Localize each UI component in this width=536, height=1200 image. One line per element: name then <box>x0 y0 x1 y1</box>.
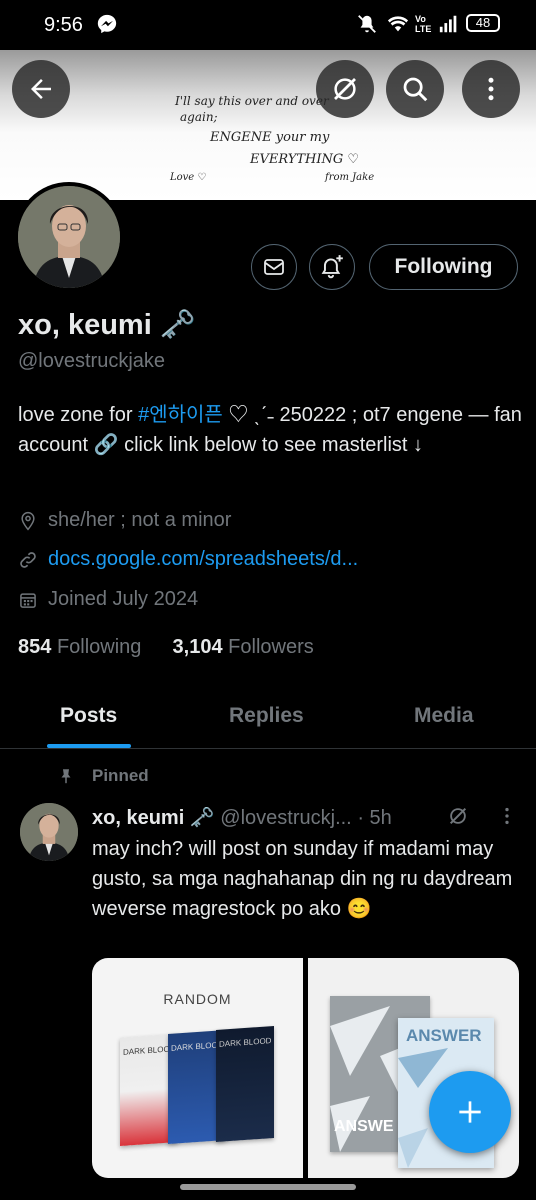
follow-counts: 854 Following 3,104 Followers <box>18 636 314 659</box>
back-button[interactable] <box>12 60 70 118</box>
arrow-left-icon <box>31 79 51 99</box>
messenger-icon <box>96 13 118 41</box>
mute-icon <box>356 13 378 41</box>
post-timestamp[interactable]: · 5h <box>357 807 391 829</box>
key-emoji: 🗝️ <box>159 309 196 341</box>
status-time: 9:56 <box>44 14 83 36</box>
status-bar: 9:56 Vo LTE 48 <box>0 0 536 50</box>
signal-icon <box>437 13 461 41</box>
gesture-nav-bar[interactable] <box>180 1184 356 1190</box>
post-grok-icon[interactable] <box>447 805 469 832</box>
post-more-icon[interactable] <box>496 805 518 832</box>
album-title-navy: DARK BLOOD <box>219 1036 272 1049</box>
location-row: she/her ; not a minor <box>18 509 231 532</box>
banner-text-line-5: Love ♡ <box>170 172 207 183</box>
banner-text-line-4: EVERYTHING ♡ <box>250 152 360 167</box>
following-label: Following <box>56 636 142 658</box>
post-media-image-1[interactable]: RANDOM DARK BLOOD DARK BLOOD DARK BLOOD <box>92 958 303 1178</box>
notifications-button[interactable] <box>309 244 355 290</box>
profile-avatar[interactable] <box>14 182 124 292</box>
website-row[interactable]: docs.google.com/spreadsheets/d... <box>18 548 358 571</box>
followers-count-link[interactable]: 3,104 Followers <box>173 636 314 658</box>
pinned-label: Pinned <box>92 766 149 785</box>
more-vertical-icon <box>488 77 494 101</box>
location-pin-icon <box>21 511 35 530</box>
plus-icon <box>459 1101 481 1123</box>
avatar-photo <box>18 186 120 288</box>
grok-icon <box>334 78 356 100</box>
volte-icon: Vo LTE <box>415 14 432 34</box>
tab-replies[interactable]: Replies <box>229 704 304 728</box>
tab-divider <box>0 748 536 749</box>
bell-plus-icon <box>321 255 343 279</box>
post-author-avatar[interactable] <box>20 803 78 861</box>
search-icon <box>403 77 428 102</box>
post-author-name[interactable]: xo, keumi <box>92 807 184 829</box>
mail-icon <box>264 259 284 275</box>
profile-bio: love zone for #엔하이픈 ♡ ˎˊ˗ 250222 ; ot7 e… <box>18 400 523 460</box>
tab-posts[interactable]: Posts <box>60 704 117 728</box>
post-body-text: may inch? will post on sunday if madami … <box>92 838 513 920</box>
display-name-text: xo, keumi <box>18 309 152 341</box>
website-link[interactable]: docs.google.com/spreadsheets/d... <box>48 548 358 571</box>
album-cover-navy: DARK BLOOD <box>216 1025 274 1143</box>
battery-icon: 48 <box>466 14 500 32</box>
wifi-icon <box>386 13 410 41</box>
pin-icon <box>57 766 75 791</box>
search-button[interactable] <box>386 60 444 118</box>
location-text: she/her ; not a minor <box>48 509 232 531</box>
profile-display-name: xo, keumi 🗝️ <box>18 308 196 342</box>
following-count-link[interactable]: 854 Following <box>18 636 141 658</box>
joined-text: Joined July 2024 <box>48 588 199 610</box>
profile-handle: @lovestruckjake <box>18 350 166 372</box>
following-count: 854 <box>18 636 52 658</box>
followers-label: Followers <box>228 636 314 658</box>
banner-text-line-1: I'll say this over and over <box>175 94 329 108</box>
link-icon <box>20 551 36 568</box>
more-options-button[interactable] <box>462 60 520 118</box>
joined-row: Joined July 2024 <box>18 588 198 611</box>
compose-post-button[interactable] <box>429 1071 511 1153</box>
post-key-emoji: 🗝️ <box>189 807 215 829</box>
random-label: RANDOM <box>163 991 232 1007</box>
message-button[interactable] <box>251 244 297 290</box>
post-author-handle[interactable]: @lovestruckj... <box>220 807 351 829</box>
answer-title-front: ANSWER <box>406 1026 482 1045</box>
answer-title-back: ANSWE <box>334 1118 394 1135</box>
calendar-icon <box>20 592 36 608</box>
banner-text-line-3: ENGENE your my <box>210 130 330 145</box>
following-button[interactable]: Following <box>369 244 518 290</box>
banner-text-line-2: again; <box>180 110 218 124</box>
banner-text-line-6: from Jake <box>325 172 375 183</box>
battery-level: 48 <box>475 15 491 30</box>
profile-banner[interactable]: I'll say this over and over again; ENGEN… <box>0 50 536 200</box>
bio-hashtag-link[interactable]: #엔하이픈 <box>138 404 223 426</box>
followers-count: 3,104 <box>172 636 223 658</box>
post-header: xo, keumi 🗝️ @lovestruckj... · 5h <box>92 805 392 830</box>
grok-button[interactable] <box>316 60 374 118</box>
tab-media[interactable]: Media <box>414 704 474 728</box>
bio-prefix: love zone for <box>18 404 139 426</box>
